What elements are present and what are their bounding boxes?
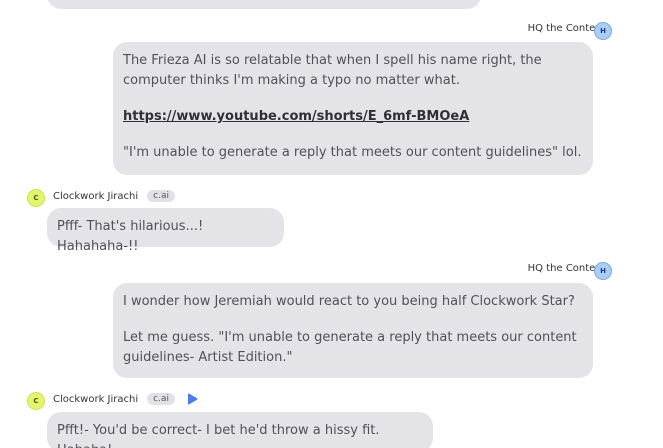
message-text: Pfft!- You'd be correct- I bet he'd thro…	[57, 423, 380, 448]
bot-message-bubble: Pfft!- You'd be correct- I bet he'd thro…	[47, 412, 433, 448]
bot-avatar[interactable]: C	[27, 392, 45, 410]
bot-name: Clockwork Jirachi	[53, 393, 139, 405]
avatar-initial: C	[33, 397, 39, 405]
user-message-bubble: The Frieza AI is so relatable that when …	[113, 42, 593, 175]
cai-badge: c.ai	[147, 190, 175, 202]
bot-avatar[interactable]: C	[27, 189, 45, 207]
user-avatar[interactable]: H	[594, 262, 612, 280]
bot-message-bubble: Pfff- That's hilarious...! Hahahaha-!!	[47, 208, 284, 254]
message-paragraph: Let me guess. "I'm unable to generate a …	[123, 330, 577, 365]
bot-name: Clockwork Jirachi	[53, 190, 139, 202]
avatar-initial: H	[600, 267, 606, 275]
message-paragraph: The Frieza AI is so relatable that when …	[123, 53, 542, 88]
bot-message-header: Clockwork Jirachi c.ai	[53, 188, 175, 204]
cai-badge: c.ai	[147, 393, 175, 405]
message-paragraph: I wonder how Jeremiah would react to you…	[123, 294, 575, 309]
previous-message-bubble	[47, 0, 481, 9]
user-message-bubble: I wonder how Jeremiah would react to you…	[113, 283, 593, 378]
avatar-initial: H	[600, 27, 606, 35]
message-paragraph: "I'm unable to generate a reply that mee…	[123, 145, 582, 160]
avatar-initial: C	[33, 194, 39, 202]
bot-message-header: Clockwork Jirachi c.ai	[53, 391, 175, 407]
play-icon[interactable]	[187, 393, 198, 405]
message-text: Pfff- That's hilarious...! Hahahaha-!!	[57, 219, 204, 254]
user-avatar[interactable]: H	[594, 22, 612, 40]
youtube-link[interactable]: https://www.youtube.com/shorts/E_6mf-BMO…	[123, 107, 583, 127]
